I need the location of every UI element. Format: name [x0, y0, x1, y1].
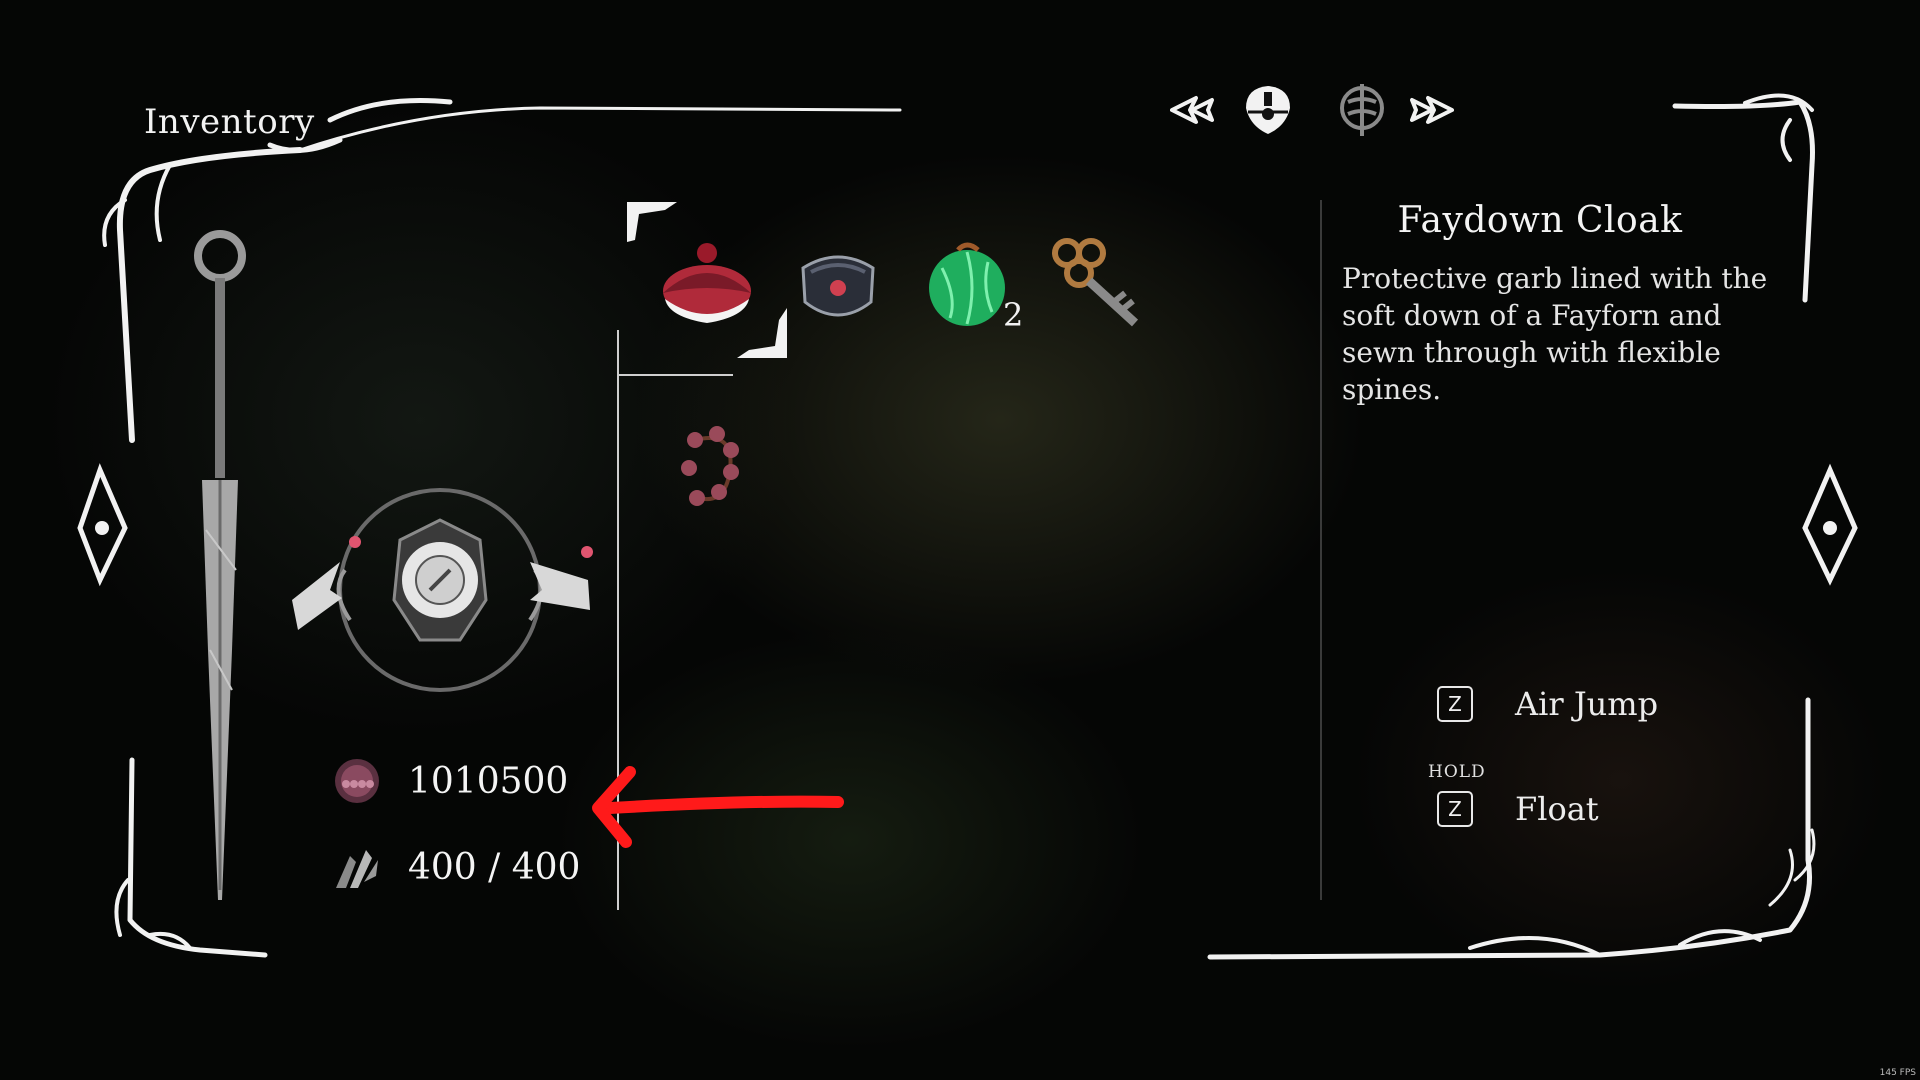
z-key-icon: Z [1437, 791, 1473, 827]
tab-left-arrow-icon[interactable] [1160, 78, 1224, 142]
page-title: Inventory [144, 102, 315, 142]
item-count: 2 [1003, 296, 1024, 334]
green-orb-icon [929, 242, 1005, 326]
item-name: Faydown Cloak [1397, 200, 1683, 241]
z-key-icon: Z [1437, 686, 1473, 722]
shard-count: 400 / 400 [408, 846, 581, 888]
red-cap-icon [663, 243, 751, 323]
item-dark-pouch[interactable] [783, 228, 893, 338]
ring-key-icon [1052, 238, 1139, 327]
red-annotation-arrow [592, 766, 844, 848]
float-label: Float [1515, 790, 1599, 828]
row-divider [617, 374, 733, 376]
rosary-count: 1010500 [408, 760, 569, 802]
rosary-icon [335, 759, 379, 803]
control-air-jump: Z Air Jump [1437, 685, 1658, 723]
item-bead-bracelet[interactable] [655, 415, 765, 525]
map-icon[interactable] [1330, 78, 1394, 142]
rosary-row: 1010500 [332, 756, 568, 806]
shard-icon [336, 850, 378, 888]
shard-row: 400 / 400 [332, 842, 580, 892]
menu-tabs [1150, 78, 1460, 142]
item-ring-key[interactable] [1040, 226, 1150, 336]
item-faydown-cloak[interactable] [652, 228, 762, 338]
fps-counter: 145 FPS [1879, 1068, 1916, 1078]
background [0, 0, 1920, 1080]
mask-icon[interactable] [1236, 78, 1300, 142]
hold-label: HOLD [1428, 762, 1486, 782]
dark-pouch-icon [801, 255, 875, 317]
bead-bracelet-icon [681, 426, 739, 506]
air-jump-label: Air Jump [1515, 685, 1659, 723]
crest-icon [292, 488, 593, 692]
details-divider [1320, 200, 1322, 900]
tab-right-arrow-icon[interactable] [1400, 78, 1464, 142]
control-float: Z Float [1437, 790, 1599, 828]
needle-weapon-icon [194, 230, 246, 900]
item-description: Protective garb lined with the soft down… [1342, 262, 1768, 406]
